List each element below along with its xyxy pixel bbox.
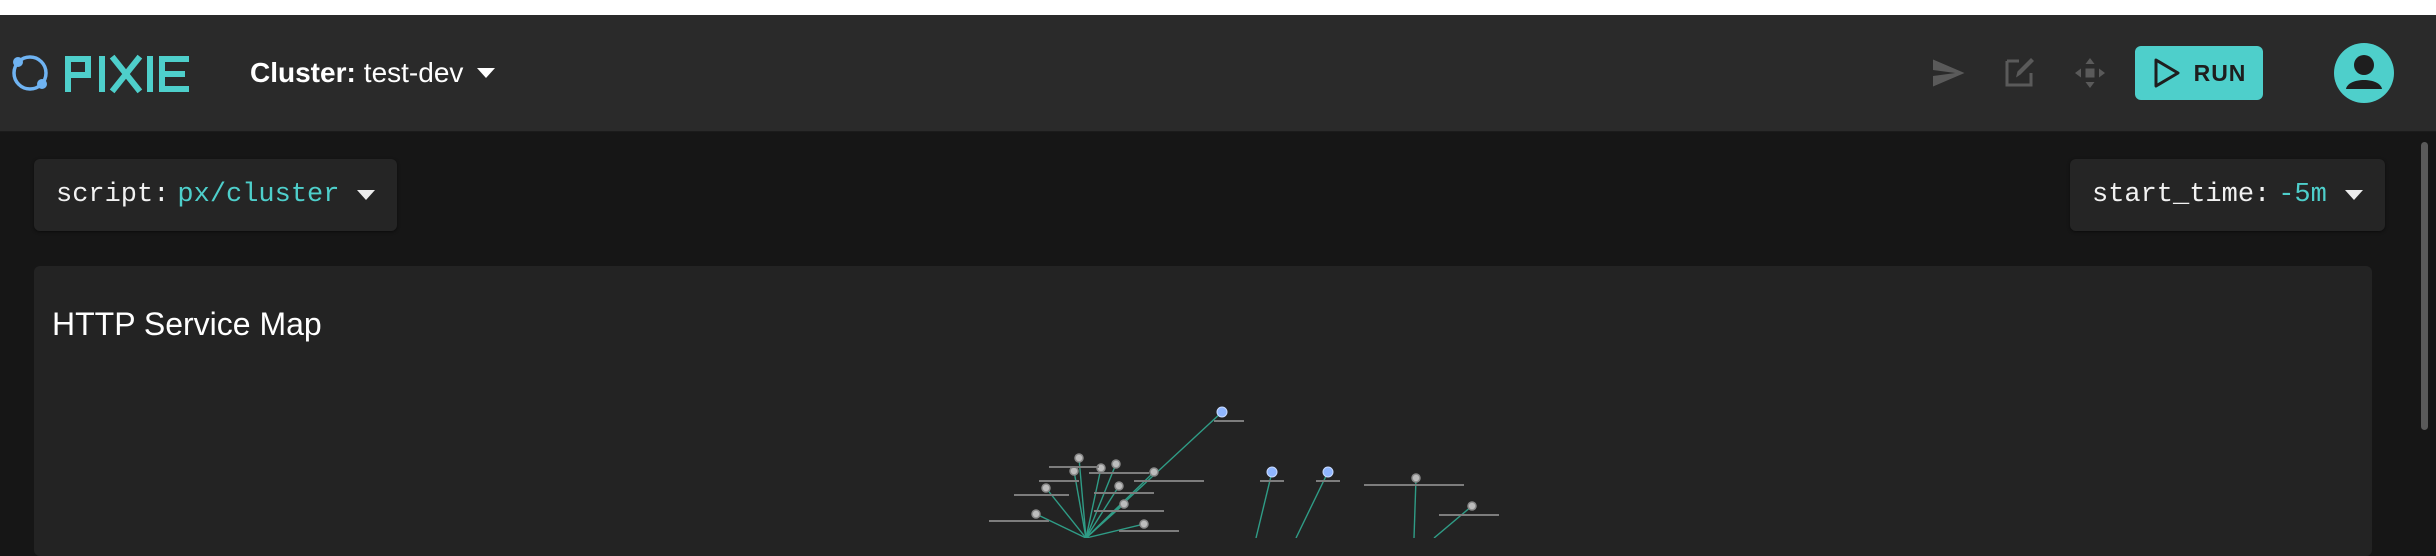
user-avatar-icon[interactable] — [2334, 43, 2394, 103]
script-value: px/cluster — [177, 180, 340, 210]
cluster-value: test-dev — [363, 57, 464, 88]
edit-icon[interactable] — [2001, 55, 2037, 91]
chevron-down-icon — [477, 68, 496, 78]
send-icon[interactable] — [1930, 55, 1966, 91]
chevron-down-icon — [357, 190, 376, 200]
start-time-selector[interactable]: start_time: -5m — [2070, 159, 2385, 231]
move-icon[interactable] — [2072, 55, 2108, 91]
script-selector[interactable]: script: px/cluster — [34, 159, 398, 231]
start-time-key: start_time: — [2092, 180, 2271, 210]
chevron-down-icon — [2344, 190, 2363, 200]
run-button[interactable]: RUN — [2135, 46, 2263, 100]
service-map-graph[interactable] — [34, 266, 2372, 538]
cluster-label: Cluster: — [250, 57, 356, 88]
scrollbar-thumb[interactable] — [2421, 142, 2428, 430]
script-key: script: — [56, 180, 170, 210]
play-icon — [2154, 58, 2180, 88]
browser-top-strip — [0, 0, 2436, 15]
http-service-map-panel: HTTP Service Map — [34, 266, 2372, 556]
start-time-value: -5m — [2278, 180, 2327, 210]
app-bar: Cluster: test-dev RUN — [0, 15, 2436, 132]
cluster-selector[interactable]: Cluster: test-dev — [250, 53, 496, 93]
run-label: RUN — [2193, 59, 2247, 86]
pixie-logo[interactable] — [10, 49, 196, 97]
